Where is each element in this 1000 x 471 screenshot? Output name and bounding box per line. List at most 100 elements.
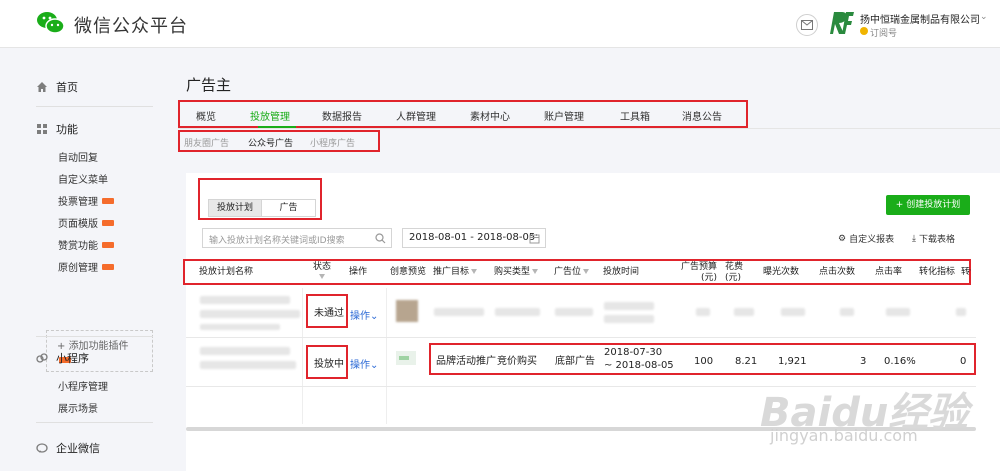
blurred-plan-id (200, 324, 280, 330)
brand-title[interactable]: 微信公众平台 (74, 12, 188, 38)
search-placeholder: 输入投放计划名称关键词或ID搜索 (209, 236, 345, 246)
account-type: 订阅号 (870, 29, 898, 39)
subtab-official[interactable]: 公众号广告 (248, 136, 293, 149)
blurred-plan-name (200, 361, 296, 369)
blurred-plan-name (200, 347, 290, 355)
sub-tabs: 朋友圈广告 公众号广告 小程序广告 (178, 130, 380, 152)
grid-icon (37, 124, 47, 134)
sidebar-item-label: 自定义菜单 (58, 175, 108, 186)
col-position[interactable]: 广告位 (554, 267, 590, 278)
col-status[interactable]: 状态 (313, 262, 331, 273)
tab-account[interactable]: 账户管理 (544, 108, 584, 123)
tab-tools[interactable]: 工具箱 (620, 108, 650, 123)
sidebar-item-auto-reply[interactable]: 自动回复 (58, 149, 98, 164)
sidebar-work-wechat[interactable]: 企业微信 (36, 440, 100, 456)
clicks-cell: 3 (860, 356, 867, 367)
account-name[interactable]: 扬中恒瑞金属制品有限公司 (860, 11, 980, 26)
col-name[interactable]: 投放计划名称 (199, 267, 253, 278)
table-row[interactable]: 未通过 操作⌄ (186, 288, 976, 338)
col-creative: 创意预览 (390, 267, 427, 277)
tab-reports[interactable]: 数据报告 (322, 108, 362, 123)
col-clicks[interactable]: 点击次数 (819, 267, 855, 278)
sidebar-item-label: 赞赏功能 (58, 241, 98, 252)
filter-icon[interactable] (319, 274, 325, 279)
blurred-buy-type (495, 308, 540, 316)
goal-cell: 品牌活动推广 (436, 356, 496, 367)
sidebar-item-custom-menu[interactable]: 自定义菜单 (58, 171, 108, 186)
sidebar-item-label: 原创管理 (58, 263, 98, 274)
impressions-cell: 1,921 (778, 356, 807, 367)
operation-label: 操作 (350, 360, 370, 371)
budget-cell: 100 (694, 356, 714, 367)
col-budget[interactable]: 广告预算(元) (673, 262, 717, 284)
new-badge-icon (102, 219, 114, 226)
col-impressions[interactable]: 曝光次数 (763, 267, 799, 278)
segment-plans[interactable]: 投放计划 (208, 199, 262, 217)
sidebar-miniprogram: 小程序 (36, 350, 89, 366)
blurred-cost (734, 308, 754, 316)
col-buy-type[interactable]: 购买类型 (494, 267, 539, 278)
operation-dropdown[interactable]: 操作⌄ (350, 307, 378, 322)
time-start-cell: 2018-07-30 (604, 347, 663, 358)
new-badge-icon (102, 241, 114, 248)
conversion-cell: 0 (960, 356, 967, 367)
blurred-time (604, 315, 654, 323)
account-logo-icon[interactable] (828, 10, 856, 36)
sidebar-item-scenes[interactable]: 展示场景 (58, 400, 98, 415)
creative-thumbnail[interactable] (396, 300, 418, 322)
sidebar-features: 功能 (36, 121, 78, 137)
subtab-moments[interactable]: 朋友圈广告 (184, 136, 229, 149)
sidebar-item-original[interactable]: 原创管理 (58, 259, 114, 274)
sidebar-home[interactable]: 首页 (36, 79, 78, 95)
status-badge: 投放中 (314, 359, 344, 370)
sidebar-item-reward[interactable]: 赞赏功能 (58, 237, 114, 252)
tab-audience[interactable]: 人群管理 (396, 108, 436, 123)
date-range-picker[interactable]: 2018-08-01 - 2018-08-05 (402, 228, 546, 248)
mail-button[interactable] (796, 14, 818, 36)
filter-icon[interactable] (532, 269, 539, 274)
filter-icon[interactable] (471, 269, 478, 274)
blurred-conversion (956, 308, 966, 316)
wechat-logo-icon (37, 12, 65, 34)
blurred-impressions (781, 308, 805, 316)
sidebar-item-label: 小程序管理 (58, 382, 108, 393)
tab-messages[interactable]: 消息公告 (682, 108, 722, 123)
create-plan-button[interactable]: + 创建投放计划 (886, 195, 970, 215)
subtab-miniprogram[interactable]: 小程序广告 (310, 136, 355, 149)
sidebar-item-vote[interactable]: 投票管理 (58, 193, 114, 208)
chevron-down-icon[interactable]: ⌄ (980, 12, 988, 22)
position-cell: 底部广告 (555, 356, 595, 367)
search-icon (375, 233, 386, 244)
download-table-button[interactable]: ⤓ 下载表格 (912, 232, 955, 246)
watermark-url: jingyan.baidu.com (770, 426, 918, 445)
view-switch: 投放计划 广告 (198, 178, 322, 220)
blurred-plan-name (200, 310, 300, 318)
creative-thumbnail[interactable] (396, 351, 416, 365)
sidebar-item-mini-manage[interactable]: 小程序管理 (58, 378, 108, 393)
blurred-clicks (840, 308, 854, 316)
tab-delivery[interactable]: 投放管理 (250, 108, 290, 123)
download-icon: ⤓ (912, 233, 916, 244)
segment-ads[interactable]: 广告 (262, 199, 316, 217)
blurred-position (555, 308, 593, 316)
sidebar-item-label: 页面模版 (58, 219, 98, 230)
col-buy-type-label: 购买类型 (494, 267, 531, 277)
operation-dropdown[interactable]: 操作⌄ (350, 356, 378, 371)
search-input[interactable]: 输入投放计划名称关键词或ID搜索 (202, 228, 392, 248)
filter-icon[interactable] (583, 269, 590, 274)
sidebar-item-label: 自动回复 (58, 153, 98, 164)
mail-icon (801, 20, 813, 30)
chevron-down-icon: ⌄ (370, 360, 379, 371)
col-ctr[interactable]: 点击率 (875, 267, 902, 278)
sidebar-item-page-template[interactable]: 页面模版 (58, 215, 114, 230)
tab-overview[interactable]: 概览 (196, 108, 216, 123)
col-conversion[interactable]: 转化指标 (919, 267, 955, 278)
creative-thumbnail-mark (399, 356, 409, 360)
divider (178, 128, 1000, 129)
col-goal[interactable]: 推广目标 (433, 267, 478, 278)
sidebar-home-label: 首页 (56, 81, 78, 94)
sidebar-item-label: 展示场景 (58, 404, 98, 415)
col-cost[interactable]: 花费(元) (725, 262, 755, 284)
custom-report-button[interactable]: ⚙ 自定义报表 (838, 232, 894, 246)
tab-assets[interactable]: 素材中心 (470, 108, 510, 123)
